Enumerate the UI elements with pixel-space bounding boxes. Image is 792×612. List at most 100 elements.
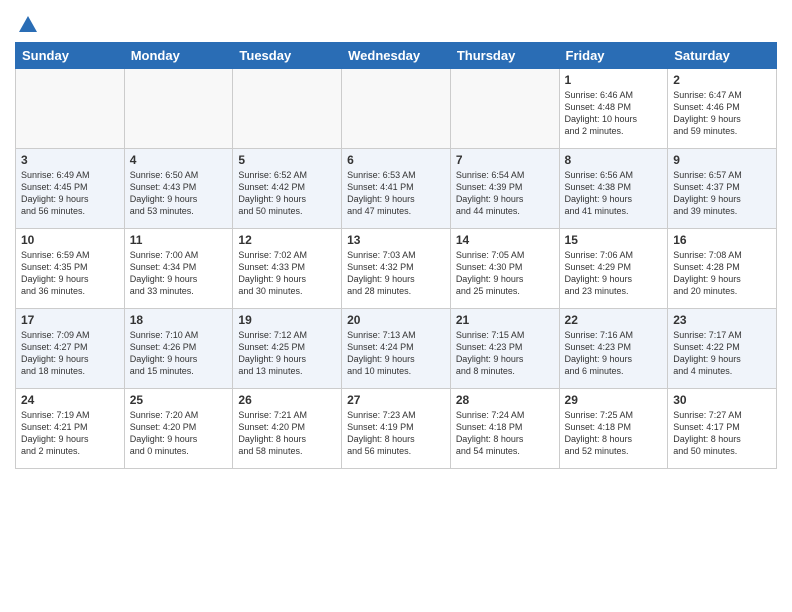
weekday-tuesday: Tuesday xyxy=(233,43,342,69)
weekday-header-row: SundayMondayTuesdayWednesdayThursdayFrid… xyxy=(16,43,777,69)
day-info: Sunrise: 7:25 AM Sunset: 4:18 PM Dayligh… xyxy=(565,409,663,458)
day-info: Sunrise: 7:21 AM Sunset: 4:20 PM Dayligh… xyxy=(238,409,336,458)
calendar-cell: 21 Sunrise: 7:15 AM Sunset: 4:23 PM Dayli… xyxy=(450,309,559,389)
day-number: 25 xyxy=(130,393,228,407)
weekday-saturday: Saturday xyxy=(668,43,777,69)
day-info: Sunrise: 7:09 AM Sunset: 4:27 PM Dayligh… xyxy=(21,329,119,378)
day-info: Sunrise: 7:20 AM Sunset: 4:20 PM Dayligh… xyxy=(130,409,228,458)
calendar-cell: 11Sunrise: 7:00 AM Sunset: 4:34 PM Dayli… xyxy=(124,229,233,309)
day-number: 30 xyxy=(673,393,771,407)
week-row-5: 24 Sunrise: 7:19 AM Sunset: 4:21 PM Dayli… xyxy=(16,389,777,469)
day-info: Sunrise: 6:59 AM Sunset: 4:35 PM Dayligh… xyxy=(21,249,119,298)
calendar-cell: 9Sunrise: 6:57 AM Sunset: 4:37 PM Daylig… xyxy=(668,149,777,229)
weekday-monday: Monday xyxy=(124,43,233,69)
weekday-thursday: Thursday xyxy=(450,43,559,69)
weekday-sunday: Sunday xyxy=(16,43,125,69)
day-info: Sunrise: 7:27 AM Sunset: 4:17 PM Dayligh… xyxy=(673,409,771,458)
day-info: Sunrise: 7:08 AM Sunset: 4:28 PM Dayligh… xyxy=(673,249,771,298)
day-info: Sunrise: 6:50 AM Sunset: 4:43 PM Dayligh… xyxy=(130,169,228,218)
calendar-cell: 10 Sunrise: 6:59 AM Sunset: 4:35 PM Dayli… xyxy=(16,229,125,309)
day-number: 10 xyxy=(21,233,119,247)
day-number: 9 xyxy=(673,153,771,167)
calendar-cell xyxy=(450,69,559,149)
calendar-cell: 15 Sunrise: 7:06 AM Sunset: 4:29 PM Dayli… xyxy=(559,229,668,309)
day-number: 19 xyxy=(238,313,336,327)
calendar-cell: 17 Sunrise: 7:09 AM Sunset: 4:27 PM Dayli… xyxy=(16,309,125,389)
day-info: Sunrise: 7:02 AM Sunset: 4:33 PM Dayligh… xyxy=(238,249,336,298)
day-number: 16 xyxy=(673,233,771,247)
calendar-cell: 20 Sunrise: 7:13 AM Sunset: 4:24 PM Dayli… xyxy=(342,309,451,389)
day-number: 1 xyxy=(565,73,663,87)
day-number: 22 xyxy=(565,313,663,327)
logo-icon xyxy=(17,14,39,36)
weekday-wednesday: Wednesday xyxy=(342,43,451,69)
day-info: Sunrise: 7:10 AM Sunset: 4:26 PM Dayligh… xyxy=(130,329,228,378)
day-info: Sunrise: 6:47 AM Sunset: 4:46 PM Dayligh… xyxy=(673,89,771,138)
day-number: 20 xyxy=(347,313,445,327)
calendar-cell: 8 Sunrise: 6:56 AM Sunset: 4:38 PM Daylig… xyxy=(559,149,668,229)
day-info: Sunrise: 7:24 AM Sunset: 4:18 PM Dayligh… xyxy=(456,409,554,458)
week-row-1: 1 Sunrise: 6:46 AM Sunset: 4:48 PM Daylig… xyxy=(16,69,777,149)
day-number: 17 xyxy=(21,313,119,327)
day-info: Sunrise: 7:19 AM Sunset: 4:21 PM Dayligh… xyxy=(21,409,119,458)
calendar-cell: 30 Sunrise: 7:27 AM Sunset: 4:17 PM Dayli… xyxy=(668,389,777,469)
week-row-3: 10 Sunrise: 6:59 AM Sunset: 4:35 PM Dayli… xyxy=(16,229,777,309)
day-info: Sunrise: 6:54 AM Sunset: 4:39 PM Dayligh… xyxy=(456,169,554,218)
calendar-cell: 29Sunrise: 7:25 AM Sunset: 4:18 PM Dayli… xyxy=(559,389,668,469)
page-container: SundayMondayTuesdayWednesdayThursdayFrid… xyxy=(0,0,792,479)
day-number: 15 xyxy=(565,233,663,247)
day-number: 28 xyxy=(456,393,554,407)
week-row-2: 3 Sunrise: 6:49 AM Sunset: 4:45 PM Daylig… xyxy=(16,149,777,229)
day-number: 21 xyxy=(456,313,554,327)
calendar-cell: 26 Sunrise: 7:21 AM Sunset: 4:20 PM Dayli… xyxy=(233,389,342,469)
calendar-cell xyxy=(16,69,125,149)
day-number: 2 xyxy=(673,73,771,87)
calendar-cell: 22 Sunrise: 7:16 AM Sunset: 4:23 PM Dayli… xyxy=(559,309,668,389)
day-number: 23 xyxy=(673,313,771,327)
day-number: 14 xyxy=(456,233,554,247)
day-info: Sunrise: 7:17 AM Sunset: 4:22 PM Dayligh… xyxy=(673,329,771,378)
day-number: 24 xyxy=(21,393,119,407)
day-info: Sunrise: 6:52 AM Sunset: 4:42 PM Dayligh… xyxy=(238,169,336,218)
day-info: Sunrise: 7:16 AM Sunset: 4:23 PM Dayligh… xyxy=(565,329,663,378)
day-info: Sunrise: 7:00 AM Sunset: 4:34 PM Dayligh… xyxy=(130,249,228,298)
calendar-cell: 27Sunrise: 7:23 AM Sunset: 4:19 PM Dayli… xyxy=(342,389,451,469)
calendar-cell: 12 Sunrise: 7:02 AM Sunset: 4:33 PM Dayli… xyxy=(233,229,342,309)
calendar-cell: 16 Sunrise: 7:08 AM Sunset: 4:28 PM Dayli… xyxy=(668,229,777,309)
calendar-cell: 2 Sunrise: 6:47 AM Sunset: 4:46 PM Daylig… xyxy=(668,69,777,149)
calendar-cell: 18 Sunrise: 7:10 AM Sunset: 4:26 PM Dayli… xyxy=(124,309,233,389)
day-number: 5 xyxy=(238,153,336,167)
calendar-cell: 6Sunrise: 6:53 AM Sunset: 4:41 PM Daylig… xyxy=(342,149,451,229)
calendar-cell: 7 Sunrise: 6:54 AM Sunset: 4:39 PM Daylig… xyxy=(450,149,559,229)
day-info: Sunrise: 6:46 AM Sunset: 4:48 PM Dayligh… xyxy=(565,89,663,138)
day-number: 12 xyxy=(238,233,336,247)
week-row-4: 17 Sunrise: 7:09 AM Sunset: 4:27 PM Dayli… xyxy=(16,309,777,389)
calendar-cell xyxy=(233,69,342,149)
calendar-cell xyxy=(342,69,451,149)
day-number: 13 xyxy=(347,233,445,247)
day-info: Sunrise: 7:13 AM Sunset: 4:24 PM Dayligh… xyxy=(347,329,445,378)
calendar-cell: 13 Sunrise: 7:03 AM Sunset: 4:32 PM Dayli… xyxy=(342,229,451,309)
day-number: 18 xyxy=(130,313,228,327)
day-number: 3 xyxy=(21,153,119,167)
day-info: Sunrise: 6:49 AM Sunset: 4:45 PM Dayligh… xyxy=(21,169,119,218)
weekday-friday: Friday xyxy=(559,43,668,69)
calendar-cell: 25 Sunrise: 7:20 AM Sunset: 4:20 PM Dayli… xyxy=(124,389,233,469)
day-info: Sunrise: 7:03 AM Sunset: 4:32 PM Dayligh… xyxy=(347,249,445,298)
day-number: 6 xyxy=(347,153,445,167)
day-info: Sunrise: 6:56 AM Sunset: 4:38 PM Dayligh… xyxy=(565,169,663,218)
day-info: Sunrise: 7:05 AM Sunset: 4:30 PM Dayligh… xyxy=(456,249,554,298)
calendar-cell: 5 Sunrise: 6:52 AM Sunset: 4:42 PM Daylig… xyxy=(233,149,342,229)
day-info: Sunrise: 7:15 AM Sunset: 4:23 PM Dayligh… xyxy=(456,329,554,378)
calendar-table: SundayMondayTuesdayWednesdayThursdayFrid… xyxy=(15,42,777,469)
day-info: Sunrise: 7:12 AM Sunset: 4:25 PM Dayligh… xyxy=(238,329,336,378)
day-number: 27 xyxy=(347,393,445,407)
day-number: 26 xyxy=(238,393,336,407)
calendar-cell xyxy=(124,69,233,149)
day-number: 8 xyxy=(565,153,663,167)
day-info: Sunrise: 7:06 AM Sunset: 4:29 PM Dayligh… xyxy=(565,249,663,298)
calendar-cell: 4Sunrise: 6:50 AM Sunset: 4:43 PM Daylig… xyxy=(124,149,233,229)
calendar-cell: 28 Sunrise: 7:24 AM Sunset: 4:18 PM Dayli… xyxy=(450,389,559,469)
logo xyxy=(15,14,39,36)
day-number: 7 xyxy=(456,153,554,167)
